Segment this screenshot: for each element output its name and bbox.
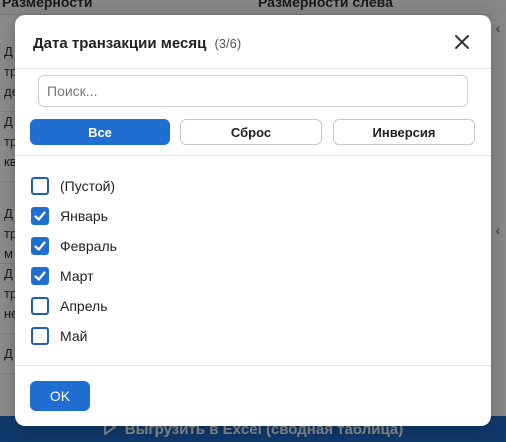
option-label: Февраль [60, 238, 117, 254]
checkbox[interactable] [31, 267, 49, 285]
checkbox[interactable] [31, 177, 49, 195]
ok-button[interactable]: OK [30, 381, 90, 411]
search-input[interactable] [38, 75, 468, 107]
checkbox[interactable] [31, 297, 49, 315]
header-divider [15, 68, 491, 69]
option-item[interactable]: Май [31, 325, 87, 347]
option-item[interactable]: Февраль [31, 235, 117, 257]
option-item[interactable]: Январь [31, 205, 108, 227]
footer-divider [15, 365, 491, 366]
option-item[interactable]: (Пустой) [31, 175, 115, 197]
check-icon [34, 211, 46, 221]
close-button[interactable] [451, 31, 473, 53]
invert-button[interactable]: Инверсия [333, 119, 475, 145]
check-icon [34, 241, 46, 251]
reset-button[interactable]: Сброс [180, 119, 322, 145]
checkbox[interactable] [31, 207, 49, 225]
option-label: (Пустой) [60, 178, 116, 194]
checkbox[interactable] [31, 237, 49, 255]
option-item[interactable]: Март [31, 265, 94, 287]
option-label: Март [60, 268, 94, 284]
buttons-divider [15, 155, 491, 156]
option-label: Апрель [60, 298, 108, 314]
select-all-button[interactable]: Все [30, 119, 170, 145]
selection-count: (3/6) [214, 36, 242, 51]
dialog-title-text: Дата транзакции месяц [33, 35, 207, 52]
filter-dialog: Дата транзакции месяц (3/6) Все Сброс Ин… [15, 15, 491, 426]
option-label: Май [60, 328, 88, 344]
dialog-title: Дата транзакции месяц (3/6) [33, 35, 241, 52]
option-item[interactable]: Апрель [31, 295, 108, 317]
option-label: Январь [60, 208, 108, 224]
checkbox[interactable] [31, 327, 49, 345]
close-icon [451, 31, 473, 53]
check-icon [34, 271, 46, 281]
